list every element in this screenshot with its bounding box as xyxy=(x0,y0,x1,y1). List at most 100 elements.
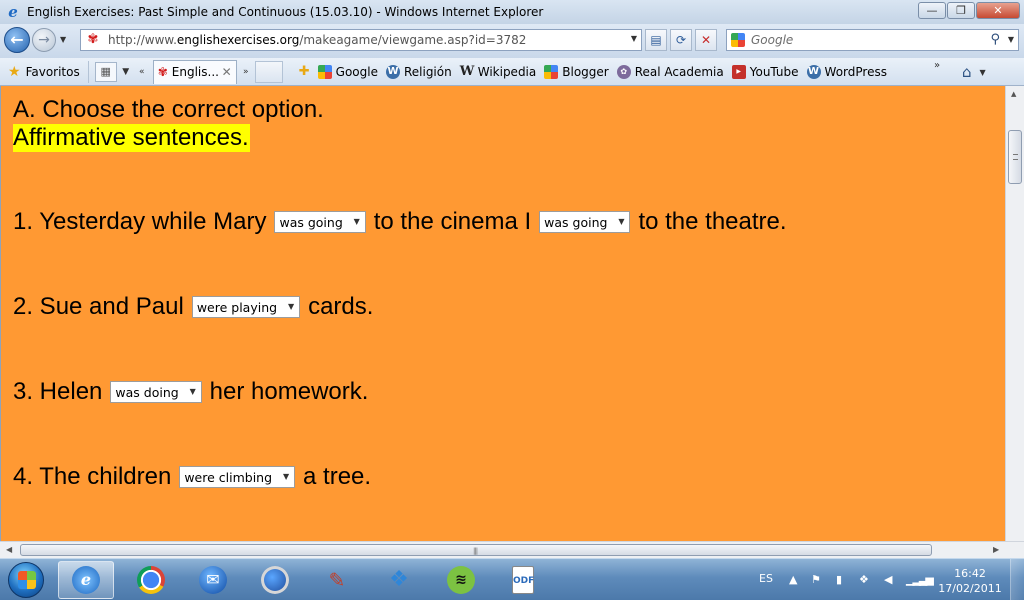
dropdown-arrow-icon: ▼ xyxy=(282,472,290,481)
question-text: to the cinema I xyxy=(373,208,532,235)
dropbox-tray-icon[interactable]: ❖ xyxy=(859,573,869,586)
dropbox-icon: ❖ xyxy=(389,567,409,592)
answer-dropdown-1b[interactable]: was going ▼ xyxy=(539,211,631,233)
taskbar-paint[interactable]: ✎ xyxy=(309,561,365,599)
close-tab-icon[interactable]: ✕ xyxy=(222,65,232,79)
favorite-link-google[interactable]: Google xyxy=(317,64,378,79)
star-icon: ★ xyxy=(8,63,21,80)
forward-button[interactable]: → xyxy=(32,28,56,52)
url-text: http://www.englishexercises.org/makeagam… xyxy=(108,33,527,47)
battery-icon[interactable]: ▮ xyxy=(836,573,842,586)
favorite-link-blogger[interactable]: Blogger xyxy=(544,64,609,79)
refresh-button[interactable]: ⟳ xyxy=(670,29,692,51)
taskbar-document[interactable]: ODF xyxy=(495,561,551,599)
taskbar-chrome[interactable] xyxy=(123,561,179,599)
favorite-link-religion[interactable]: W Religión xyxy=(385,64,452,79)
taskbar-windows-live-mail[interactable]: ✉ xyxy=(185,561,241,599)
new-tab-button[interactable] xyxy=(254,60,283,83)
windows-logo-icon xyxy=(18,571,36,589)
show-desktop-button[interactable] xyxy=(1010,559,1024,600)
favorite-link-wikipedia[interactable]: W Wikipedia xyxy=(460,64,537,79)
quick-tabs-icon[interactable]: ▦ xyxy=(94,61,117,82)
back-button[interactable]: ← xyxy=(4,27,30,53)
answer-dropdown-4[interactable]: were climbing ▼ xyxy=(179,466,296,488)
question-3: 3. Helen was doing ▼ her homework. xyxy=(13,378,368,406)
volume-icon[interactable]: ◀ xyxy=(884,573,892,586)
answer-dropdown-1a[interactable]: was going ▼ xyxy=(274,211,366,233)
question-text: to the theatre. xyxy=(638,208,787,235)
scroll-left-arrow-icon[interactable]: ◀ xyxy=(6,545,12,554)
scroll-grip-icon: ||| xyxy=(473,547,478,555)
url-dropdown-icon[interactable]: ▼ xyxy=(631,34,637,43)
windows-live-mail-icon: ✉ xyxy=(199,566,227,594)
language-indicator[interactable]: ES xyxy=(759,572,773,585)
exercise-heading: A. Choose the correct option. xyxy=(13,96,324,123)
taskbar: e ✉ ✎ ❖ ≋ ODF ES ▲ ⚑ ▮ ❖ ◀ ▁▂▃▅ 16:42 17… xyxy=(0,558,1024,600)
home-dropdown-icon[interactable]: ▼ xyxy=(980,68,986,77)
more-favorites-chevron-icon[interactable]: » xyxy=(934,60,940,71)
question-text: 1. Yesterday while Mary xyxy=(13,208,267,235)
horizontal-scrollbar[interactable]: ◀ ||| ▶ xyxy=(0,541,1024,558)
show-hidden-icons-icon[interactable]: ▲ xyxy=(789,573,797,586)
answer-dropdown-2[interactable]: were playing ▼ xyxy=(191,296,301,318)
network-signal-icon[interactable]: ▁▂▃▅ xyxy=(906,573,934,586)
window-controls: — ❐ ✕ xyxy=(917,2,1020,19)
rae-icon: ✿ xyxy=(616,64,631,79)
search-placeholder: Google xyxy=(751,33,794,47)
stop-button[interactable]: ✕ xyxy=(695,29,717,51)
maximize-button[interactable]: ❐ xyxy=(947,2,975,19)
taskbar-spotify[interactable]: ≋ xyxy=(433,561,489,599)
wordpress-icon: W xyxy=(385,64,400,79)
recent-pages-dropdown-icon[interactable]: ▼ xyxy=(60,35,66,44)
favorites-bar: ★ Favoritos ▦ ▼ « ✾ Englis... ✕ » ✚ Goog… xyxy=(0,58,1024,86)
favorites-button[interactable]: ★ Favoritos xyxy=(8,60,89,83)
tab-list-dropdown-icon[interactable]: ▼ xyxy=(119,62,133,82)
minimize-button[interactable]: — xyxy=(918,2,946,19)
site-favicon-icon: ✾ xyxy=(157,65,168,79)
search-icon[interactable]: ⚲ xyxy=(990,32,1000,47)
start-button[interactable] xyxy=(8,562,44,598)
home-button[interactable]: ⌂ ▼ xyxy=(962,61,1002,83)
scroll-up-arrow-icon[interactable]: ▲ xyxy=(1011,90,1016,98)
page-content: A. Choose the correct option. Affirmativ… xyxy=(0,86,1005,541)
dropdown-arrow-icon: ▼ xyxy=(618,217,625,226)
scroll-tabs-left-icon[interactable]: « xyxy=(135,62,149,82)
scroll-right-arrow-icon[interactable]: ▶ xyxy=(993,545,999,554)
google-icon xyxy=(317,64,332,79)
clock-date: 17/02/2011 xyxy=(938,582,1002,595)
answer-dropdown-3[interactable]: was doing ▼ xyxy=(110,381,202,403)
taskbar-dropbox[interactable]: ❖ xyxy=(371,561,427,599)
tab-english-exercises[interactable]: ✾ Englis... ✕ xyxy=(152,59,237,84)
chrome-icon xyxy=(137,566,165,594)
close-button[interactable]: ✕ xyxy=(976,2,1020,19)
favorite-link-real-academia[interactable]: ✿ Real Academia xyxy=(616,64,724,79)
taskbar-google-earth[interactable] xyxy=(247,561,303,599)
home-icon: ⌂ xyxy=(962,63,972,81)
question-text: her homework. xyxy=(209,378,369,405)
action-center-flag-icon[interactable]: ⚑ xyxy=(811,573,821,586)
compatibility-view-button[interactable]: ▤ xyxy=(645,29,667,51)
window-title: English Exercises: Past Simple and Conti… xyxy=(27,5,544,19)
internet-explorer-icon: e xyxy=(72,566,100,594)
ie-icon: e xyxy=(8,3,18,21)
exercise-subheading: Affirmative sentences. xyxy=(13,124,250,152)
dropdown-arrow-icon: ▼ xyxy=(287,302,295,311)
add-favorite-icon[interactable]: ✚ xyxy=(299,64,310,79)
favorite-link-youtube[interactable]: ▶ YouTube xyxy=(731,64,799,79)
scroll-tabs-right-icon[interactable]: » xyxy=(239,62,253,82)
url-field[interactable]: ✾ http://www.englishexercises.org/makeag… xyxy=(80,29,642,51)
site-favicon-icon: ✾ xyxy=(87,32,99,47)
vertical-scroll-thumb[interactable] xyxy=(1008,130,1022,184)
horizontal-scroll-thumb[interactable]: ||| xyxy=(20,544,932,556)
question-text: a tree. xyxy=(303,463,372,490)
taskbar-internet-explorer[interactable]: e xyxy=(58,561,114,599)
question-text: cards. xyxy=(308,293,374,320)
search-options-dropdown-icon[interactable]: ▼ xyxy=(1008,35,1014,44)
system-clock[interactable]: 16:42 17/02/2011 xyxy=(937,566,1003,596)
question-4: 4. The children were climbing ▼ a tree. xyxy=(13,463,371,491)
vertical-scrollbar[interactable]: ▲ xyxy=(1005,86,1024,541)
google-icon xyxy=(544,64,559,79)
search-field[interactable]: Google ⚲ ▼ xyxy=(726,29,1019,51)
favorite-link-wordpress[interactable]: W WordPress xyxy=(806,64,887,79)
google-earth-icon xyxy=(261,566,289,594)
